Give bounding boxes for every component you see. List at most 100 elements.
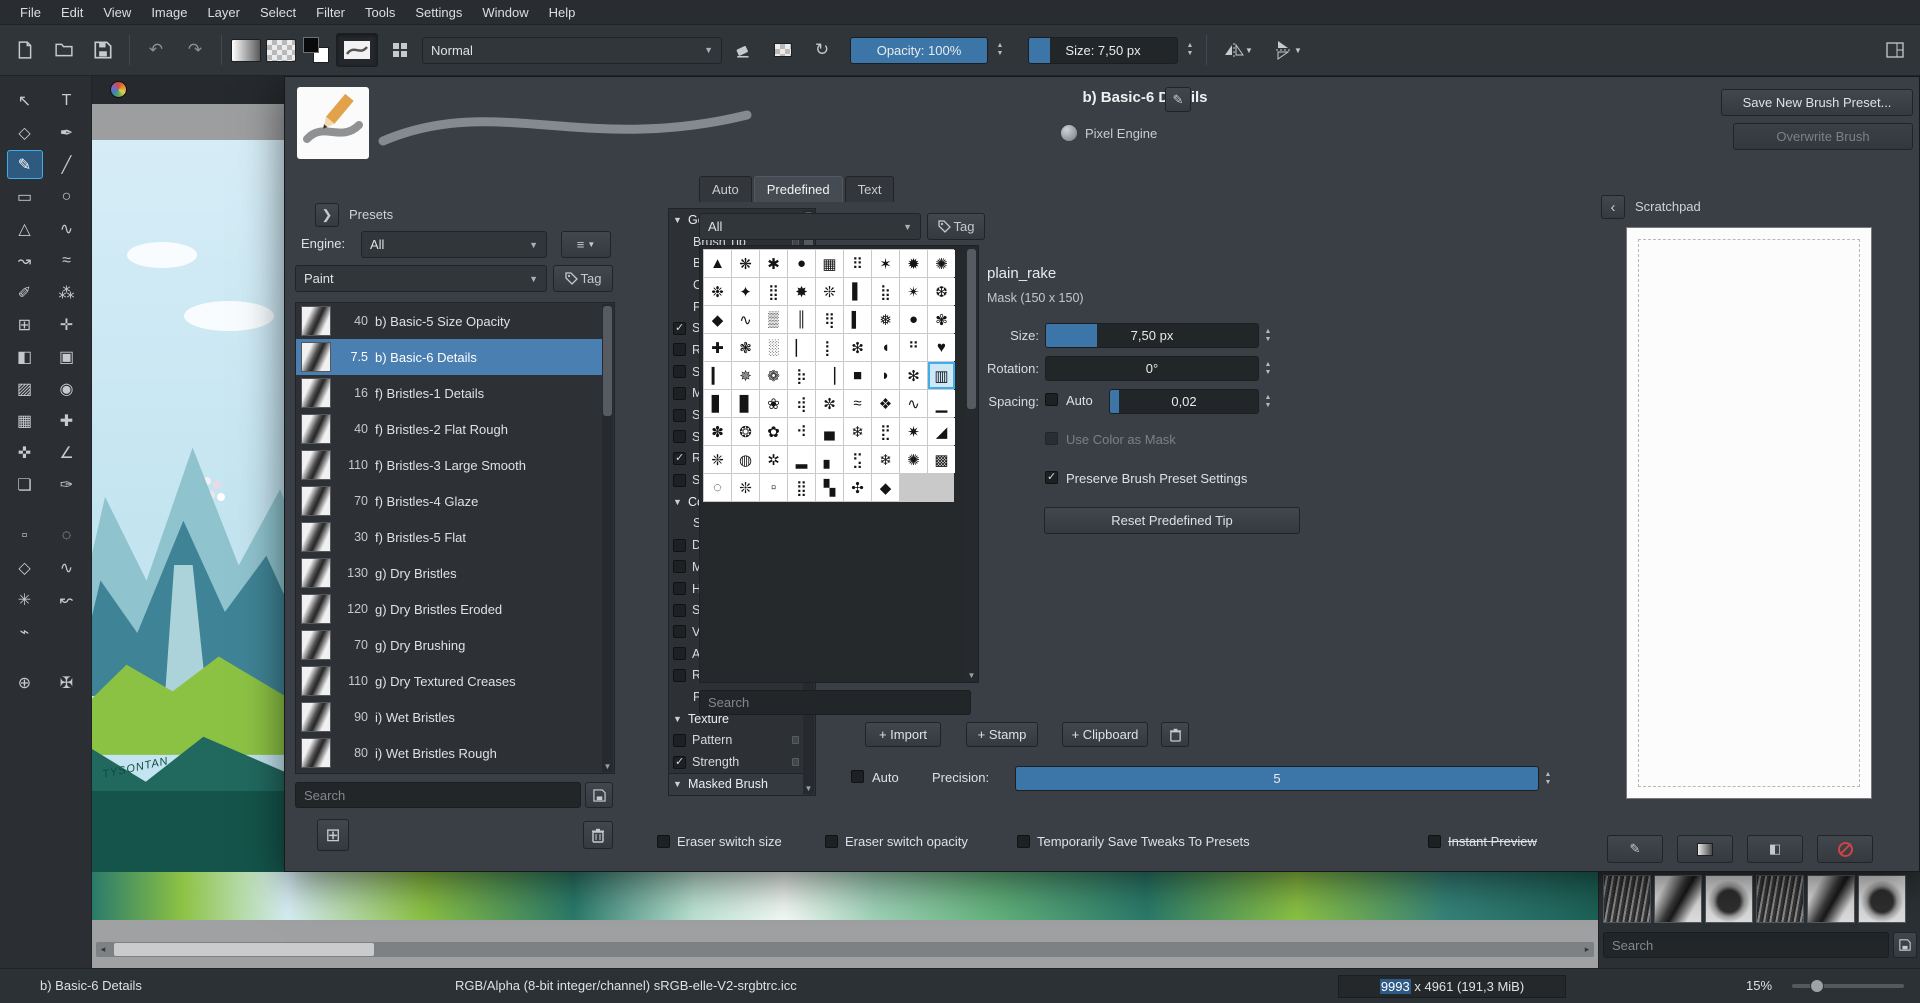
dock-preset-thumbnail[interactable] [1807, 875, 1855, 923]
shape-select-tool[interactable]: ↖ [7, 86, 43, 115]
brush-presets-popup-button[interactable] [383, 33, 417, 67]
similar-color-select-tool[interactable]: ✳ [7, 585, 43, 614]
brush-tip[interactable]: ▚ [816, 474, 843, 501]
freehand-brush-tool[interactable]: ✎ [7, 150, 43, 179]
brush-tip[interactable]: ■ [844, 362, 871, 389]
presets-collapse-button[interactable]: ❯ [315, 203, 339, 227]
scratchpad-canvas[interactable] [1626, 227, 1872, 799]
dock-preset-thumbnail[interactable] [1654, 875, 1702, 923]
redo-button[interactable]: ↷ [178, 33, 212, 67]
brush-tip[interactable]: ⣷ [872, 278, 899, 305]
footer-option[interactable]: Instant Preview [1428, 834, 1537, 849]
preserve-alpha-button[interactable] [766, 33, 800, 67]
option-pattern[interactable]: Pattern [669, 730, 803, 752]
polygon-tool[interactable]: △ [7, 214, 43, 243]
gradient-swatch[interactable] [231, 39, 261, 62]
brush-tip[interactable]: ♥ [928, 334, 955, 361]
preset-item[interactable]: 30f) Bristles-5 Flat [296, 519, 602, 555]
brush-tip[interactable]: ▂ [788, 446, 815, 473]
tip-spacing-spinner[interactable]: ▲▼ [1261, 389, 1275, 414]
menu-help[interactable]: Help [539, 5, 586, 20]
save-document-button[interactable] [86, 33, 120, 67]
polygonal-select-tool[interactable]: ◇ [7, 553, 43, 582]
scratchpad-reset-button[interactable] [1817, 835, 1873, 863]
brush-tip[interactable]: ✷ [900, 418, 927, 445]
option-strength[interactable]: Strength [669, 751, 803, 773]
brush-tip[interactable]: ✾ [928, 306, 955, 333]
footer-checkbox[interactable] [825, 835, 838, 848]
brush-tip[interactable]: ✹ [900, 250, 927, 277]
scratchpad-fill-gradient-button[interactable] [1677, 835, 1733, 863]
footer-checkbox[interactable] [1428, 835, 1441, 848]
tip-size-slider[interactable]: 7,50 px [1045, 323, 1259, 348]
preset-item[interactable]: 110g) Dry Textured Creases [296, 663, 602, 699]
brush-tip[interactable]: ✣ [844, 474, 871, 501]
brush-tip[interactable]: ✺ [928, 250, 955, 277]
menu-window[interactable]: Window [472, 5, 538, 20]
brush-tip[interactable]: ▕ [816, 362, 843, 389]
preset-item[interactable]: 40b) Basic-5 Size Opacity [296, 303, 602, 339]
brush-tip[interactable]: ❊ [732, 474, 759, 501]
rectangular-select-tool[interactable]: ▫ [7, 521, 43, 550]
freehand-path-tool[interactable]: ≈ [49, 246, 85, 275]
menu-select[interactable]: Select [250, 5, 306, 20]
brush-tip[interactable]: ▫ [760, 474, 787, 501]
tip-tag-button[interactable]: Tag [927, 213, 985, 240]
brush-tip[interactable]: ● [900, 306, 927, 333]
brush-tip[interactable]: ❄ [844, 418, 871, 445]
horizontal-scrollbar[interactable]: ◂ ▸ [96, 942, 1594, 957]
preserve-settings-checkbox[interactable] [1045, 471, 1058, 484]
rename-preset-button[interactable]: ✎ [1165, 87, 1191, 112]
menu-view[interactable]: View [93, 5, 141, 20]
tip-grid-scrollbar[interactable]: ▼ [966, 247, 977, 681]
option-checkbox[interactable] [673, 560, 686, 573]
brush-tip[interactable]: ▦ [816, 250, 843, 277]
brush-tip[interactable]: ✺ [900, 446, 927, 473]
stamp-tip-button[interactable]: + Stamp [966, 722, 1038, 747]
new-document-button[interactable] [8, 33, 42, 67]
option-checkbox[interactable] [673, 647, 686, 660]
gradient-tool[interactable]: ▨ [7, 374, 43, 403]
footer-option[interactable]: Temporarily Save Tweaks To Presets [1017, 834, 1250, 849]
option-checkbox[interactable] [673, 387, 686, 400]
rectangle-tool[interactable]: ▭ [7, 182, 43, 211]
brush-tip[interactable]: ▋ [704, 390, 731, 417]
scroll-left-icon[interactable]: ◂ [96, 942, 110, 957]
tab-auto[interactable]: Auto [699, 176, 752, 202]
brush-tip[interactable]: ⠛ [900, 334, 927, 361]
menu-tools[interactable]: Tools [355, 5, 405, 20]
scrollbar-thumb[interactable] [603, 306, 612, 416]
assistants-tool[interactable]: ✜ [7, 438, 43, 467]
brush-tip[interactable]: ✶ [872, 250, 899, 277]
brush-tip[interactable]: ❀ [760, 390, 787, 417]
use-color-as-mask-checkbox[interactable] [1045, 432, 1058, 445]
docker-save-tag-button[interactable] [1893, 932, 1917, 958]
preset-view-mode-button[interactable]: ≡▼ [561, 231, 611, 258]
measure-tool[interactable]: ∠ [49, 438, 85, 467]
zoom-slider-handle[interactable] [1810, 979, 1824, 993]
ellipse-tool[interactable]: ○ [49, 182, 85, 211]
workspace-chooser-button[interactable] [1878, 33, 1912, 67]
preset-item[interactable]: 110f) Bristles-3 Large Smooth [296, 447, 602, 483]
option-checkbox[interactable] [673, 539, 686, 552]
brush-tip[interactable]: ▒ [760, 306, 787, 333]
option-checkbox[interactable] [673, 669, 686, 682]
dock-preset-thumbnail[interactable] [1756, 875, 1804, 923]
multibrush-tool[interactable]: ⁂ [49, 278, 85, 307]
tip-search-input[interactable] [699, 690, 971, 715]
brush-tip[interactable]: ◍ [732, 446, 759, 473]
foreground-background-colors[interactable] [301, 36, 331, 64]
freehand-select-tool[interactable]: ∿ [49, 553, 85, 582]
pattern-edit-tool[interactable]: ▦ [7, 406, 43, 435]
brush-tip[interactable]: ✱ [760, 250, 787, 277]
eraser-mode-button[interactable] [727, 33, 761, 67]
brush-editor-button[interactable] [336, 33, 378, 67]
brush-tip[interactable]: ⣟ [872, 418, 899, 445]
size-slider[interactable]: Size: 7,50 px [1028, 37, 1178, 64]
brush-tip[interactable]: ▁ [928, 390, 955, 417]
scroll-down-icon[interactable]: ▼ [966, 671, 977, 680]
opacity-slider[interactable]: Opacity: 100% [850, 37, 988, 64]
open-document-button[interactable] [47, 33, 81, 67]
option-checkbox[interactable] [673, 604, 686, 617]
brush-tip[interactable]: ✻ [900, 362, 927, 389]
